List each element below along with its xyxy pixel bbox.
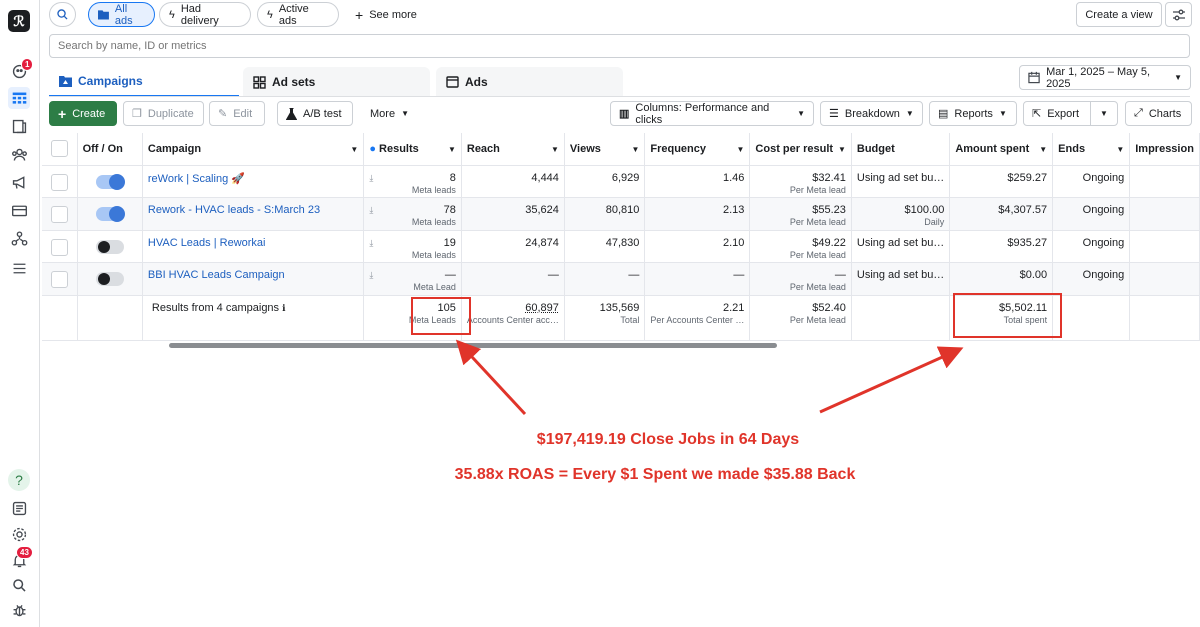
arrow-to-spent xyxy=(819,346,964,414)
annotation-arrows xyxy=(455,339,964,416)
annotation-line-1: $197,419.19 Close Jobs in 64 Days xyxy=(536,431,800,448)
annotation-line-2: 35.88x ROAS = Every $1 Spent we made $35… xyxy=(454,466,856,483)
arrow-to-results xyxy=(455,339,527,416)
